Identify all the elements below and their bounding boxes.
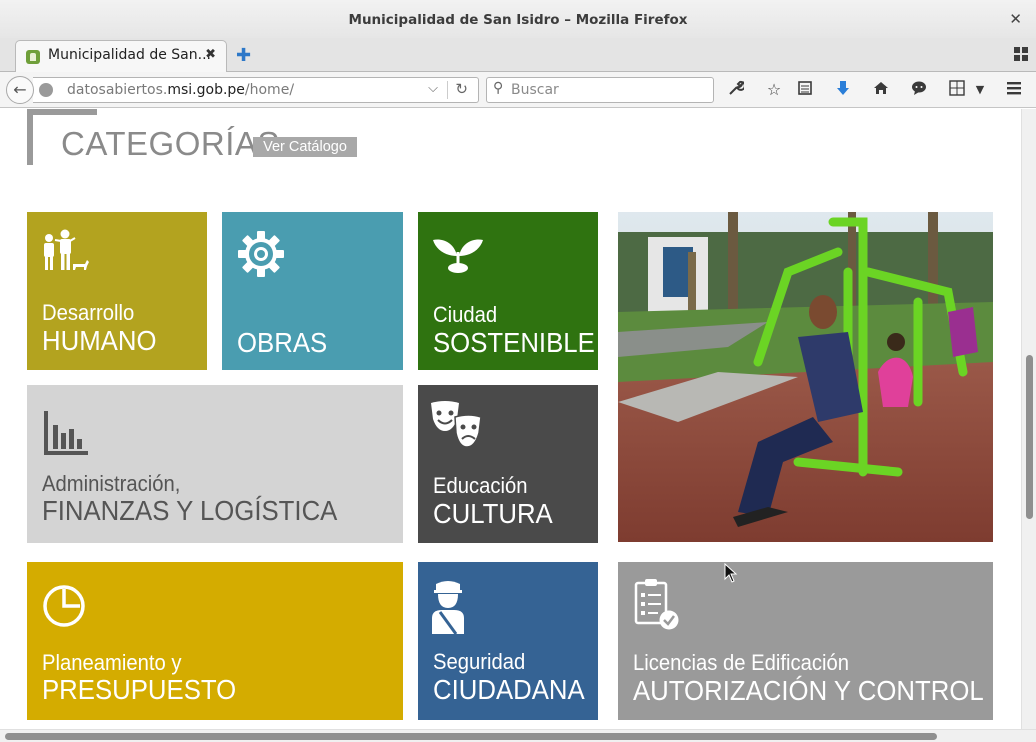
tile-line2: CULTURA [433,498,553,529]
tile-line1: Planeamiento y [42,650,182,675]
globe-icon [39,83,53,97]
navigation-toolbar: datosabiertos.msi.gob.pe/home/ ⌵ ↻ ← ⚲ B… [0,72,1036,108]
tile-obras[interactable]: OBRAS [222,212,403,370]
url-separator [447,81,448,99]
page-content: CATEGORÍAS Ver Catálogo Desarrollo HUMAN… [0,109,1021,729]
search-icon: ⚲ [493,80,504,96]
tile-line1: Licencias de Edificación [633,650,850,675]
tab-municipalidad[interactable]: Municipalidad de San... ✖ [15,40,227,72]
window-titlebar: Municipalidad de San Isidro – Mozilla Fi… [0,0,1036,38]
tile-line1: Educación [433,473,528,498]
heading-bracket [27,109,97,165]
police-officer-icon [432,581,464,635]
search-input[interactable]: ⚲ Buscar [486,77,714,103]
url-path: /home/ [244,82,295,98]
home-icon[interactable] [871,80,891,100]
back-icon[interactable]: ← [6,76,34,104]
url-prefix: datosabiertos. [67,82,168,98]
download-icon[interactable] [833,80,853,100]
chat-icon[interactable] [909,80,929,100]
search-placeholder: Buscar [511,82,559,98]
vertical-scrollbar[interactable] [1021,109,1036,729]
tile-line2: PRESUPUESTO [42,674,237,705]
window-icon[interactable] [947,80,967,100]
wrench-icon[interactable] [726,80,746,100]
mouse-cursor-icon [724,563,738,583]
dropdown-icon[interactable]: ⌵ [428,81,438,96]
tile-planeamiento-presupuesto[interactable]: Planeamiento y PRESUPUESTO [27,562,403,720]
url-domain: msi.gob.pe [167,82,245,98]
window-close-icon[interactable]: ✕ [1009,10,1022,28]
tile-line2: CIUDADANA [433,674,585,705]
tile-line2: FINANZAS Y LOGÍSTICA [42,495,338,526]
new-tab-icon[interactable]: ✚ [236,45,251,66]
tile-ciudad-sostenible[interactable]: Ciudad SOSTENIBLE [418,212,598,370]
tile-finanzas-logistica[interactable]: Administración, FINANZAS Y LOGÍSTICA [27,385,403,543]
tile-line2: OBRAS [237,327,328,358]
window-title: Municipalidad de San Isidro – Mozilla Fi… [348,12,688,28]
url-bar[interactable]: datosabiertos.msi.gob.pe/home/ ⌵ ↻ [33,77,479,103]
ver-catalogo-button[interactable]: Ver Catálogo [253,137,357,157]
tile-line2: HUMANO [42,325,157,356]
vertical-scroll-thumb[interactable] [1026,355,1033,519]
tile-line1: Ciudad [433,302,498,327]
tile-educacion-cultura[interactable]: Educación CULTURA [418,385,598,543]
horizontal-scroll-thumb[interactable] [5,733,937,740]
chevron-down-icon[interactable]: ▼ [970,80,990,100]
tile-line1: Desarrollo [42,300,135,325]
tab-close-icon[interactable]: ✖ [205,47,216,62]
tile-desarrollo-humano[interactable]: Desarrollo HUMANO [27,212,207,370]
reading-list-icon[interactable] [795,80,815,100]
bookmark-star-icon[interactable]: ☆ [764,80,784,100]
checklist-icon [634,579,679,630]
park-outdoor-gym-photo [618,212,993,542]
sprout-icon [433,239,483,273]
tile-line1: Administración, [42,471,181,496]
tab-groups-icon[interactable] [1014,47,1028,61]
bar-chart-icon [44,411,88,455]
url-text[interactable]: datosabiertos.msi.gob.pe/home/ [67,82,294,98]
horizontal-scrollbar[interactable] [0,729,1036,742]
gear-icon [238,231,284,277]
theater-masks-icon [431,401,482,448]
page-title: CATEGORÍAS [61,125,280,162]
menu-icon[interactable] [1004,80,1024,100]
tile-seguridad-ciudadana[interactable]: Seguridad CIUDADANA [418,562,598,720]
municipal-crest-icon [26,50,40,64]
tile-line2: AUTORIZACIÓN Y CONTROL [633,675,984,706]
tab-label: Municipalidad de San... [48,47,211,63]
family-icon [44,229,89,270]
tile-line2: SOSTENIBLE [433,327,595,358]
tile-line1: Seguridad [433,649,526,674]
tab-strip: Municipalidad de San... ✖ ✚ [0,38,1036,72]
reload-icon[interactable]: ↻ [455,80,468,98]
tile-licencias-edificacion[interactable]: Licencias de Edificación AUTORIZACIÓN Y … [618,562,993,720]
pie-chart-icon [43,585,85,627]
